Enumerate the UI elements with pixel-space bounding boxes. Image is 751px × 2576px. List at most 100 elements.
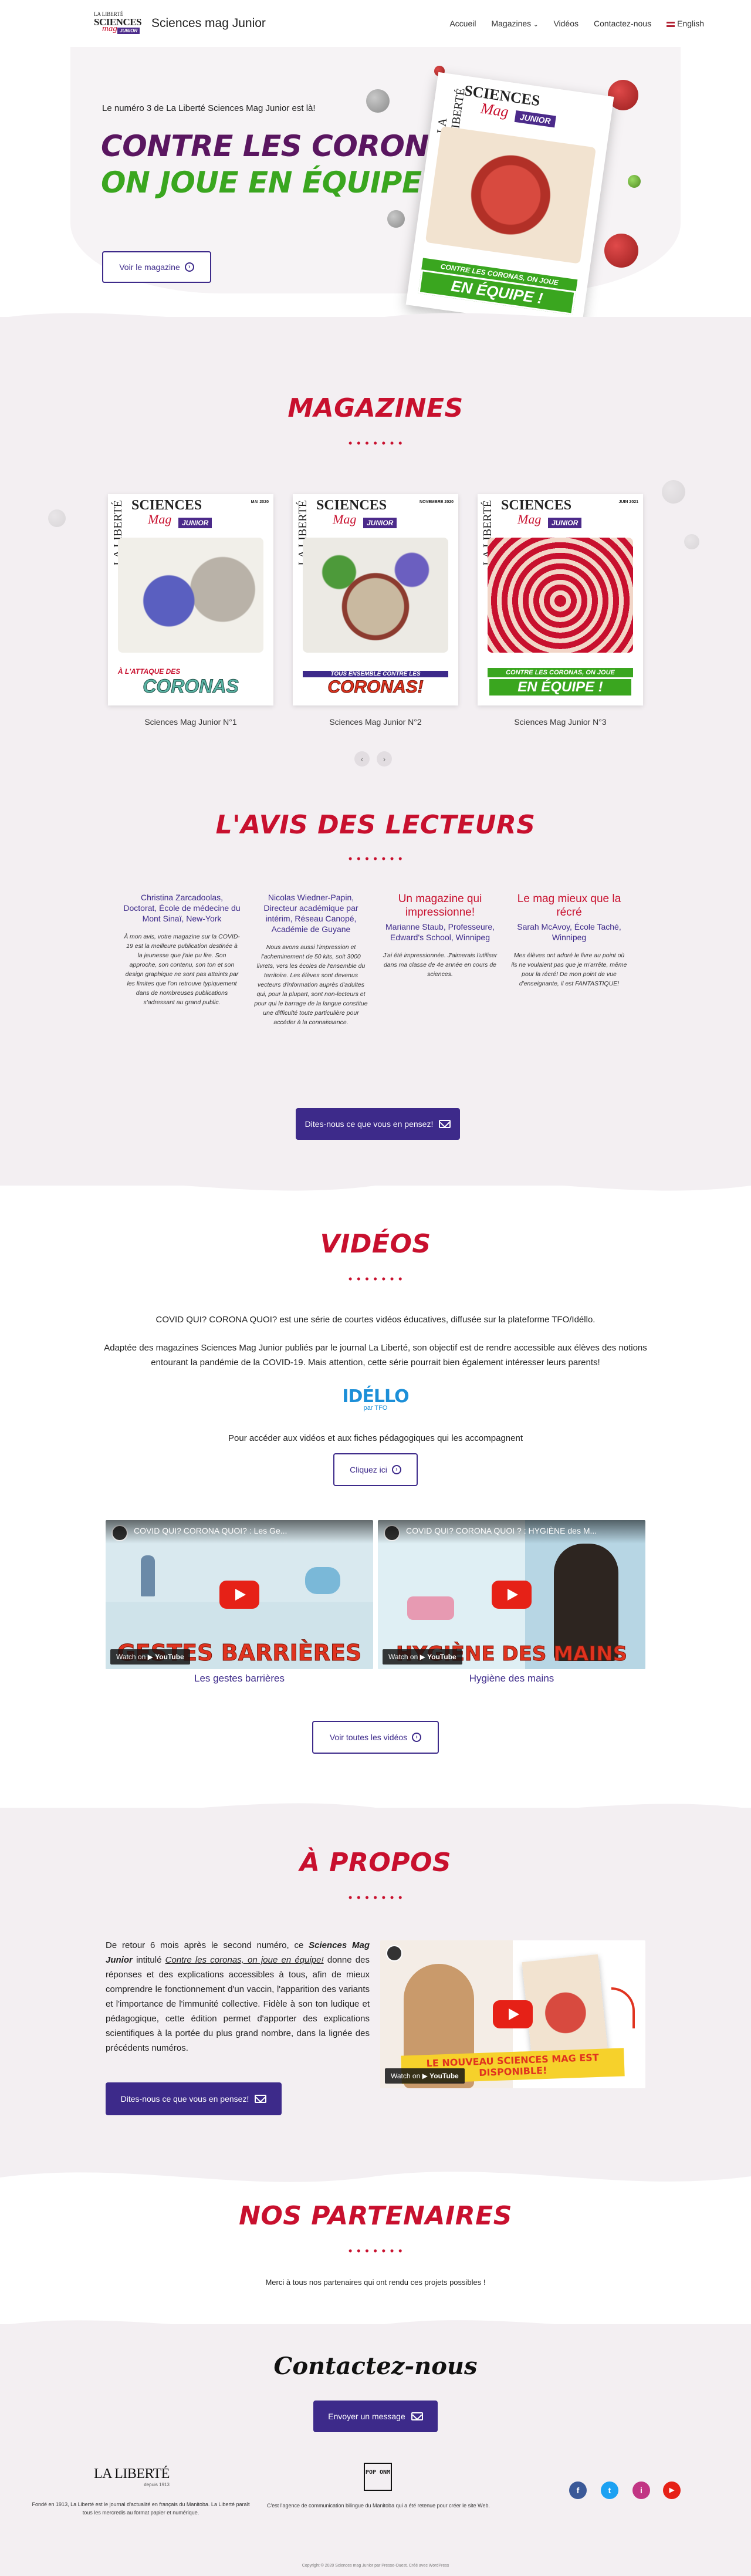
feedback-button[interactable]: Dites-nous ce que vous en pensez!	[296, 1108, 460, 1140]
footer-brand-text-1: Fondé en 1913, La Liberté est le journal…	[32, 2501, 250, 2507]
title-dots	[346, 1896, 405, 1899]
footer-brand-text-2: tous les mercredis au format papier et n…	[82, 2510, 199, 2516]
magazine-cover[interactable]: LA LIBERTÉ SCIENCES Mag JUNIOR MAI 2020 …	[108, 494, 273, 705]
youtube-logo: YouTube	[429, 2072, 459, 2080]
hero-title-line-1: CONTRE LES CORONAS,	[101, 129, 483, 163]
watch-on-youtube[interactable]: Watch on ▶ YouTube	[385, 2068, 465, 2084]
click-here-label: Cliquez ici	[350, 1465, 387, 1474]
youtube-icon[interactable]: ▶	[663, 2482, 681, 2499]
review-body: Nous avons aussi l'impression et l'achem…	[254, 944, 368, 1026]
watch-on-youtube[interactable]: Watch on ▶ YouTube	[383, 1649, 462, 1665]
play-button[interactable]	[219, 1581, 259, 1609]
hero-intro: Le numéro 3 de La Liberté Sciences Mag J…	[102, 103, 316, 113]
idello-logo[interactable]: IDÉLLO par TFO	[340, 1386, 411, 1412]
cover-illustration	[117, 538, 264, 653]
magazine-card[interactable]: LA LIBERTÉ SCIENCES Mag JUNIOR JUIN 2021…	[478, 494, 643, 705]
hero-section: Le numéro 3 de La Liberté Sciences Mag J…	[0, 47, 751, 330]
nav-item-magazines[interactable]: Magazines ⌄	[491, 19, 538, 28]
video-caption[interactable]: Hygiène des mains	[378, 1673, 645, 1684]
magazine-card[interactable]: LA LIBERTÉ SCIENCES Mag JUNIOR MAI 2020 …	[108, 494, 273, 705]
about-feedback-label: Dites-nous ce que vous en pensez!	[120, 2094, 249, 2104]
envelope-icon	[439, 1120, 451, 1128]
chevron-down-icon: ⌄	[533, 22, 539, 28]
twitter-icon[interactable]: t	[601, 2482, 618, 2499]
footer-brand-sub: depuis 1913	[144, 2482, 170, 2487]
site-logo[interactable]: LA LIBERTÉ SCIENCES mag JUNIOR Sciences …	[94, 10, 266, 37]
cover-banner-small: CONTRE LES CORONAS, ON JOUE	[487, 668, 634, 677]
nav-item-videos[interactable]: Vidéos	[553, 19, 579, 28]
magazine-caption[interactable]: Sciences Mag Junior N°1	[108, 717, 273, 727]
cover-banner-big: CORONAS	[143, 676, 239, 697]
virus-icon	[387, 210, 405, 228]
instagram-icon[interactable]: i	[632, 2482, 650, 2499]
youtube-logo: YouTube	[155, 1653, 184, 1661]
cover-banner-big: CORONAS!	[327, 677, 424, 697]
pop-logo-text: POP ONM	[365, 2469, 391, 2476]
cover-date: NOVEMBRE 2020	[420, 500, 454, 504]
feedback-button-label: Dites-nous ce que vous en pensez!	[305, 1119, 434, 1129]
channel-avatar	[386, 1945, 402, 1961]
watch-on-youtube[interactable]: Watch on ▶ YouTube	[110, 1649, 190, 1665]
site-title[interactable]: Sciences mag Junior	[151, 16, 266, 31]
footer-brand-logo[interactable]: LA LIBERTÉ depuis 1913	[94, 2466, 170, 2487]
footer-pop-logo[interactable]: POP ONM	[364, 2463, 392, 2491]
about-text: De retour 6 mois après le second numéro,…	[106, 1938, 370, 2055]
about-feedback-button[interactable]: Dites-nous ce que vous en pensez!	[106, 2082, 282, 2115]
magazine-caption[interactable]: Sciences Mag Junior N°2	[293, 717, 458, 727]
nav-item-language[interactable]: English	[667, 19, 704, 28]
play-button[interactable]	[492, 1581, 532, 1609]
view-magazine-button[interactable]: Voir le magazine ›	[102, 251, 211, 283]
illustration-cover	[522, 1954, 608, 2062]
video-caption[interactable]: Les gestes barrières	[106, 1673, 373, 1684]
click-here-button[interactable]: Cliquez ici ›	[333, 1453, 418, 1486]
videos-description-1: Adaptée des magazines Sciences Mag Junio…	[104, 1343, 647, 1353]
view-magazine-label: Voir le magazine	[119, 262, 180, 272]
play-button[interactable]	[493, 2000, 533, 2028]
carousel-prev-button[interactable]: ‹	[354, 751, 370, 767]
flag-icon	[667, 21, 675, 27]
virus-icon	[628, 175, 641, 188]
footer-pop-text: C'est l'agence de communication bilingue…	[267, 2503, 490, 2509]
virus-icon	[662, 480, 685, 504]
video-embed[interactable]: COVID QUI? CORONA QUOI? : Les Ge... GEST…	[106, 1520, 373, 1669]
magazine-card[interactable]: LA LIBERTÉ SCIENCES Mag JUNIOR NOVEMBRE …	[293, 494, 458, 705]
wave-divider	[0, 313, 751, 336]
title-dots	[346, 2249, 405, 2253]
logo-line-2: SCIENCES	[94, 16, 142, 28]
all-videos-button[interactable]: Voir toutes les vidéos ›	[312, 1721, 439, 1754]
hero-magazine-cover[interactable]: LA LIBERTÉ SCIENCES Mag JUNIOR CONTRE LE…	[405, 72, 614, 330]
facebook-icon[interactable]: f	[569, 2482, 587, 2499]
review-heading: Le mag mieux que la récré	[517, 893, 621, 919]
magazine-cover[interactable]: LA LIBERTÉ SCIENCES Mag JUNIOR JUIN 2021…	[478, 494, 643, 705]
nav-item-accueil[interactable]: Accueil	[449, 19, 476, 28]
illustration-mask	[305, 1567, 340, 1594]
about-text-part-3: donne des réponses et des explications a…	[106, 1955, 370, 2053]
send-message-button[interactable]: Envoyer un message	[313, 2401, 438, 2432]
magazine-cover[interactable]: LA LIBERTÉ SCIENCES Mag JUNIOR NOVEMBRE …	[293, 494, 458, 705]
cover-junior: JUNIOR	[548, 518, 582, 528]
partners-title: NOS PARTENAIRES	[239, 2201, 512, 2231]
logo-mark[interactable]: LA LIBERTÉ SCIENCES mag JUNIOR	[94, 10, 142, 37]
cover-illustration	[487, 538, 634, 653]
carousel-next-button[interactable]: ›	[377, 751, 392, 767]
about-video-embed[interactable]: LE NOUVEAU SCIENCES MAG EST DISPONIBLE! …	[380, 1940, 645, 2088]
review-heading: Un magazine qui impressionne!	[398, 893, 482, 919]
review-card: Un magazine qui impressionne! Marianne S…	[381, 892, 499, 979]
footer-brand: LA LIBERTÉ	[94, 2466, 170, 2482]
cover-date: JUIN 2021	[618, 500, 638, 504]
watch-on-label: Watch on	[116, 1653, 146, 1661]
logo-line-4: JUNIOR	[117, 28, 140, 34]
arrow-icon	[611, 1987, 635, 2028]
arrow-right-icon: ›	[184, 262, 194, 272]
magazine-caption[interactable]: Sciences Mag Junior N°3	[478, 717, 643, 727]
magazines-section	[0, 313, 751, 1186]
about-text-title: Contre les coronas, on joue en équipe!	[165, 1955, 324, 1965]
nav-item-contact[interactable]: Contactez-nous	[594, 19, 651, 28]
videos-description-2: entourant la pandémie de la COVID-19. Ma…	[151, 1358, 600, 1368]
video-embed[interactable]: COVID QUI? CORONA QUOI ? : HYGIÈNE des M…	[378, 1520, 645, 1669]
cover-mag: Mag	[148, 512, 172, 526]
nav-item-language-label: English	[677, 19, 704, 28]
logo-line-3: mag	[102, 24, 117, 33]
cover-date: MAI 2020	[251, 500, 269, 504]
illustration-soap	[407, 1596, 454, 1620]
